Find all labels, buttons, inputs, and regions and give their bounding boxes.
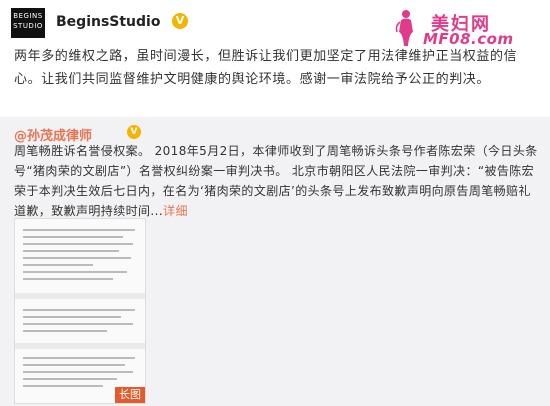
doc-text-line [23,278,113,280]
page-separator [15,343,145,349]
doc-text-line [23,378,117,380]
doc-text-line [23,385,103,387]
long-image-badge: 长图 [115,387,145,403]
doc-text-line [23,264,93,266]
document-thumbnail[interactable]: 长图 [14,218,146,404]
doc-text-line [23,229,135,231]
repost-card[interactable]: @孙茂成律师 V 周笔畅胜诉名誉侵权案。 2018年5月2日，本律师收到了周笔畅… [0,117,550,406]
doc-text-line [23,323,133,325]
doc-text-line [23,316,121,318]
doc-text-line [23,309,135,311]
avatar-text-line1: BEGINS [13,12,43,20]
doc-text-line [23,271,127,273]
doc-text-line [23,250,119,252]
username-link[interactable]: BeginsStudio [56,14,160,30]
more-link[interactable]: 详细 [163,204,188,218]
post-header: BEGINS STUDIO BeginsStudio V 美妇网 MF08.co… [0,0,550,48]
doc-text-line [23,257,131,259]
page-separator [15,293,145,299]
avatar[interactable]: BEGINS STUDIO [11,8,45,38]
doc-text-line [23,330,107,332]
woman-silhouette-icon [395,10,413,46]
watermark-logo: 美妇网 MF08.com [391,8,536,48]
verified-icon: V [127,125,141,139]
doc-text-line [23,357,135,359]
doc-text-line [23,243,133,245]
doc-text-line [23,364,125,366]
doc-text-line [23,236,123,238]
avatar-text-line2: STUDIO [13,22,43,30]
doc-text-line [23,371,133,373]
repost-body: 周笔畅胜诉名誉侵权案。 2018年5月2日，本律师收到了周笔畅诉头条号作者陈宏荣… [14,144,538,218]
post-text: 两年多的维权之路，虽时间漫长，但胜诉让我们更加坚定了用法律维护正当权益的信心。让… [14,49,518,87]
verified-icon: V [172,13,188,29]
repost-text: 周笔畅胜诉名誉侵权案。 2018年5月2日，本律师收到了周笔畅诉头条号作者陈宏荣… [14,141,540,221]
